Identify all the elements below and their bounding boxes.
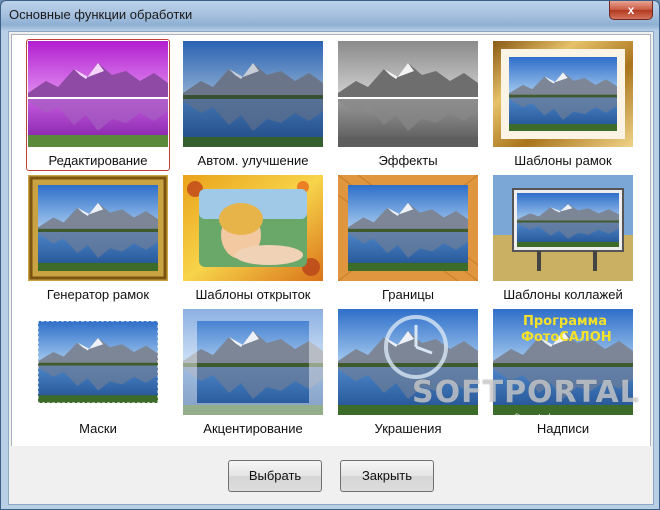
auto-enhance-thumbnail <box>183 41 323 147</box>
editing-thumbnail <box>28 41 168 147</box>
tile-label: Генератор рамок <box>46 287 150 302</box>
postcard-templates-thumbnail <box>183 175 323 281</box>
tile-label: Шаблоны открыток <box>195 287 311 302</box>
watermark-brand: SOFTPORTAL <box>412 375 640 410</box>
watermark-site: www.softportal.com <box>476 413 576 424</box>
tile-editing[interactable]: Редактирование <box>26 39 170 173</box>
tile-label: Акцентирование <box>203 421 303 436</box>
tile-label: Редактирование <box>48 153 148 168</box>
tile-frame-templates[interactable]: Шаблоны рамок <box>493 41 633 173</box>
tile-label: Автом. улучшение <box>197 153 309 168</box>
inscription-line-1: Программа <box>523 314 607 329</box>
tile-postcard-templates[interactable]: Шаблоны открыток <box>183 175 323 307</box>
borders-thumbnail <box>338 175 478 281</box>
dialog-body: Редактирование Автом. улучшение Эффекты <box>8 31 654 505</box>
tile-borders[interactable]: Границы <box>338 175 478 307</box>
accenting-thumbnail <box>183 309 323 415</box>
title-bar[interactable]: Основные функции обработки x <box>1 1 659 31</box>
tile-label: Шаблоны коллажей <box>503 287 623 302</box>
button-bar: Выбрать Закрыть <box>9 446 653 504</box>
functions-grid: Редактирование Автом. улучшение Эффекты <box>11 34 651 447</box>
inscription-line-2: ФотоСАЛОН <box>521 330 612 345</box>
select-button[interactable]: Выбрать <box>228 460 322 492</box>
effects-thumbnail <box>338 41 478 147</box>
masks-thumbnail <box>28 309 168 415</box>
frame-generator-thumbnail <box>28 175 168 281</box>
collage-templates-thumbnail <box>493 175 633 281</box>
tile-accenting[interactable]: Акцентирование <box>183 309 323 441</box>
tile-label: Границы <box>382 287 434 302</box>
tile-label: Шаблоны рамок <box>514 153 612 168</box>
tile-frame-generator[interactable]: Генератор рамок <box>28 175 168 307</box>
frame-templates-thumbnail <box>493 41 633 147</box>
tile-auto-enhance[interactable]: Автом. улучшение <box>183 41 323 173</box>
tile-collage-templates[interactable]: Шаблоны коллажей <box>493 175 633 307</box>
tile-masks[interactable]: Маски <box>28 309 168 441</box>
tile-label: Маски <box>79 421 117 436</box>
tile-effects[interactable]: Эффекты <box>338 41 478 173</box>
close-button[interactable]: Закрыть <box>340 460 434 492</box>
dialog-window: Основные функции обработки x Редактирова… <box>0 0 660 510</box>
close-window-button[interactable]: x <box>609 1 653 20</box>
tile-label: Эффекты <box>378 153 438 168</box>
tile-label: Украшения <box>374 421 442 436</box>
window-title: Основные функции обработки <box>9 7 193 22</box>
